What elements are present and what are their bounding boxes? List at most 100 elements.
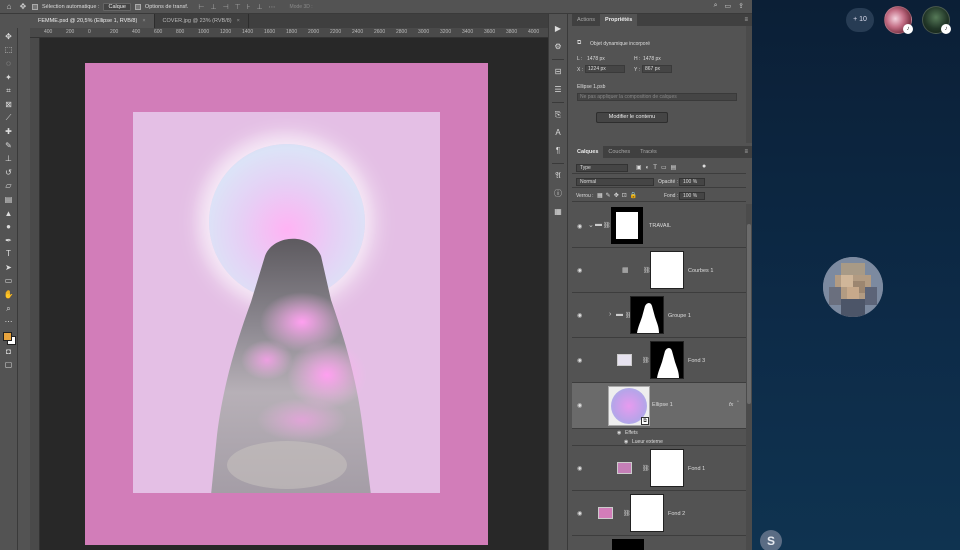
tab-channels[interactable]: Couches	[603, 146, 635, 158]
align-center-icon[interactable]: ⊥	[210, 3, 216, 11]
chevron-right-icon[interactable]: ›	[609, 311, 611, 318]
layer-effects-row[interactable]: ◉ Effets	[572, 429, 746, 437]
home-icon[interactable]: ⌂	[4, 2, 14, 11]
zoom-tool-icon[interactable]: ⌕	[3, 303, 15, 315]
layer-row-partial[interactable]	[572, 536, 746, 550]
move-tool-icon[interactable]: ✥	[18, 2, 28, 11]
adjustments-icon[interactable]: ⊟	[552, 66, 564, 78]
foreground-color-swatch[interactable]	[2, 332, 12, 342]
distribute-icon[interactable]: ⋯	[269, 3, 276, 11]
more-participants-button[interactable]: + 10	[846, 8, 874, 32]
filter-icons[interactable]: ▣◐T▭▤	[636, 164, 680, 171]
share-icon[interactable]: ⇪	[738, 2, 744, 10]
tab-paths[interactable]: Tracés	[635, 146, 662, 158]
hand-tool-icon[interactable]: ✋	[3, 289, 15, 301]
eye-icon[interactable]: ◉	[577, 267, 582, 274]
eye-icon[interactable]: ◉	[617, 430, 621, 436]
layer-row-ellipse-1[interactable]: ◉ ⧉ Ellipse 1 fx ˆ	[572, 383, 746, 429]
info-icon[interactable]: ⓘ	[552, 188, 564, 200]
participant-avatar[interactable]: ♪	[922, 6, 951, 34]
active-speaker-avatar[interactable]	[823, 257, 883, 317]
search-icon[interactable]: ⌕	[714, 2, 718, 10]
scrollbar-thumb[interactable]	[747, 224, 751, 404]
layer-row-fond-1[interactable]: ◉ ⛓ Fond 1	[572, 446, 746, 491]
align-top-icon[interactable]: ⊤	[235, 3, 241, 11]
close-icon[interactable]: ×	[142, 18, 145, 24]
skype-icon[interactable]: S	[760, 530, 782, 550]
workspace-icon[interactable]: ▭	[725, 2, 732, 10]
chevron-down-icon[interactable]: ⌄	[588, 221, 594, 229]
tab-properties[interactable]: Propriétés	[600, 14, 638, 26]
transform-options-checkbox[interactable]	[134, 3, 141, 10]
frame-tool-icon[interactable]: ⊠	[3, 99, 15, 111]
healing-brush-tool-icon[interactable]: ✚	[3, 126, 15, 138]
y-position-input[interactable]: 867 px	[642, 65, 672, 73]
height-value[interactable]: 1478 px	[643, 56, 661, 62]
tab-actions[interactable]: Actions	[572, 14, 600, 26]
outer-glow-row[interactable]: ◉ Lueur externe	[572, 437, 746, 446]
edit-contents-button[interactable]: Modifier le contenu	[596, 112, 668, 123]
color-swatches[interactable]	[2, 331, 16, 346]
filter-type-dropdown[interactable]: Type	[576, 164, 628, 172]
eye-icon[interactable]: ◉	[577, 465, 582, 472]
align-middle-icon[interactable]: ⊦	[247, 3, 251, 11]
close-icon[interactable]: ×	[237, 18, 240, 24]
character-icon[interactable]: A	[552, 127, 564, 139]
screen-mode-icon[interactable]: ▢	[3, 359, 15, 371]
eye-icon[interactable]: ◉	[577, 312, 582, 319]
rectangle-tool-icon[interactable]: ▭	[3, 275, 15, 287]
canvas-area[interactable]	[40, 38, 548, 550]
actions-icon[interactable]: ⚙	[552, 41, 564, 53]
move-tool-icon[interactable]: ✥	[3, 31, 15, 43]
lock-icons[interactable]: ▦✎✥⊡🔒	[597, 192, 640, 199]
align-right-icon[interactable]: ⊣	[223, 3, 229, 11]
clone-stamp-tool-icon[interactable]: ⊥	[3, 153, 15, 165]
eye-icon[interactable]: ◉	[624, 439, 628, 445]
glyphs-icon[interactable]: 𝔄	[552, 170, 564, 182]
eye-icon[interactable]: ◉	[577, 510, 582, 517]
doc-tab-femme[interactable]: FEMME.psd @ 20,5% (Ellipse 1, RVB/8) ×	[30, 14, 155, 28]
history-icon[interactable]: ▶	[552, 23, 564, 35]
panel-menu-icon[interactable]: ≡	[744, 14, 752, 26]
marquee-tool-icon[interactable]: ⬚	[3, 44, 15, 56]
layer-row-courbes-1[interactable]: ◉ ▦ ⛓ Courbes 1	[572, 248, 746, 293]
fx-icon[interactable]: fx	[729, 402, 733, 408]
document-canvas[interactable]	[85, 63, 488, 545]
layer-comp-dropdown[interactable]: Ne pas appliquer la composition de calqu…	[577, 93, 737, 101]
layer-row-fond-3[interactable]: ◉ ⛓ Fond 3	[572, 338, 746, 383]
brush-settings-icon[interactable]: ☰	[552, 84, 564, 96]
layer-row-groupe-1[interactable]: ◉ › ▬ ⛓ Groupe 1	[572, 293, 746, 338]
eye-icon[interactable]: ◉	[577, 357, 582, 364]
eyedropper-tool-icon[interactable]: ⟋	[3, 112, 15, 124]
blur-tool-icon[interactable]: ▲	[3, 208, 15, 220]
panel-menu-icon[interactable]: ≡	[744, 146, 752, 158]
libraries-icon[interactable]: ⎘	[552, 109, 564, 121]
doc-tab-cover[interactable]: COVER.jpg @ 23% (RVB/8) ×	[155, 14, 249, 28]
eye-icon[interactable]: ◉	[577, 223, 582, 230]
paragraph-icon[interactable]: ¶	[552, 145, 564, 157]
auto-select-dropdown[interactable]: Calque	[103, 2, 131, 11]
styles-icon[interactable]: ▦	[552, 206, 564, 218]
crop-tool-icon[interactable]: ⌗	[3, 85, 15, 97]
chevron-up-icon[interactable]: ˆ	[737, 401, 739, 407]
path-selection-tool-icon[interactable]: ➤	[3, 262, 15, 274]
align-left-icon[interactable]: ⊢	[198, 3, 204, 11]
filter-toggle-icon[interactable]: ●	[702, 163, 706, 170]
opacity-input[interactable]: 100 %	[679, 178, 705, 186]
more-tools-icon[interactable]: ⋯	[3, 316, 15, 328]
eye-icon[interactable]: ◉	[577, 402, 582, 409]
pen-tool-icon[interactable]: ✒	[3, 235, 15, 247]
quick-mask-icon[interactable]: ◘	[3, 346, 15, 358]
layer-row-fond-2[interactable]: ◉ ⛓ Fond 2	[572, 491, 746, 536]
type-tool-icon[interactable]: T	[3, 248, 15, 260]
history-brush-tool-icon[interactable]: ↺	[3, 167, 15, 179]
eraser-tool-icon[interactable]: ▱	[3, 180, 15, 192]
lasso-tool-icon[interactable]: ◌	[3, 58, 15, 70]
brush-tool-icon[interactable]: ✎	[3, 140, 15, 152]
blend-mode-dropdown[interactable]: Normal	[576, 178, 654, 186]
width-value[interactable]: 1478 px	[587, 56, 605, 62]
align-bottom-icon[interactable]: ⊥	[256, 3, 262, 11]
layer-row-travail[interactable]: ◉ ⌄ ▬ ⛓ TRAVAIL	[572, 204, 746, 248]
x-position-input[interactable]: 1224 px	[585, 65, 625, 73]
magic-wand-tool-icon[interactable]: ✦	[3, 72, 15, 84]
